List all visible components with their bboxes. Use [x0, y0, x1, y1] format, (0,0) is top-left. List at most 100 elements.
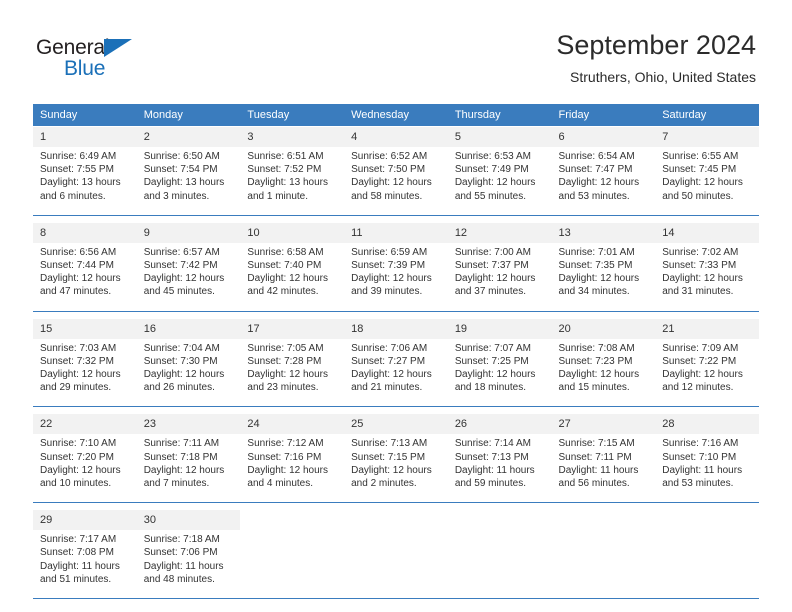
day-daylight-1-text: Daylight: 11 hours	[40, 560, 120, 572]
day-sunset-text: Sunset: 7:08 PM	[40, 547, 114, 559]
day-detail-empty	[447, 530, 552, 596]
week-gap-spacer	[33, 311, 759, 319]
calendar-header-row: Sunday Monday Tuesday Wednesday Thursday…	[33, 104, 759, 127]
day-detail: Sunrise: 7:08 AM Sunset: 7:23 PM Daylight:…	[551, 338, 656, 404]
day-daylight-2-text: and 53 minutes.	[662, 478, 734, 490]
day-number[interactable]: 21	[655, 317, 759, 339]
day-number[interactable]: 12	[447, 221, 552, 243]
day-daylight-2-text: and 45 minutes.	[143, 286, 215, 298]
day-sunrise-text: Sunrise: 7:00 AM	[454, 246, 531, 258]
day-number[interactable]: 2	[136, 126, 241, 147]
day-detail: Sunrise: 7:07 AM Sunset: 7:25 PM Daylight:…	[447, 338, 552, 404]
day-daylight-1-text: Daylight: 12 hours	[662, 273, 743, 285]
day-daylight-1-text: Daylight: 13 hours	[143, 177, 225, 189]
day-number[interactable]: 20	[551, 317, 656, 339]
day-number[interactable]: 10	[240, 221, 345, 243]
day-sunset-text: Sunset: 7:27 PM	[351, 355, 426, 367]
day-number[interactable]: 5	[447, 126, 552, 147]
day-daylight-1-text: Daylight: 12 hours	[351, 369, 432, 381]
day-cell-empty	[551, 509, 656, 531]
day-sunset-text: Sunset: 7:42 PM	[143, 260, 218, 272]
day-number[interactable]: 14	[655, 221, 759, 243]
day-daylight-2-text: and 51 minutes.	[40, 573, 112, 585]
day-detail: Sunrise: 6:54 AM Sunset: 7:47 PM Daylight:…	[551, 147, 656, 212]
day-cell-empty	[447, 509, 552, 531]
day-daylight-2-text: and 3 minutes.	[143, 190, 210, 202]
day-sunrise-text: Sunrise: 6:54 AM	[558, 151, 635, 162]
day-daylight-1-text: Daylight: 12 hours	[40, 273, 121, 285]
day-number[interactable]: 29	[33, 509, 137, 531]
day-detail-empty	[344, 530, 448, 596]
day-number[interactable]: 23	[136, 413, 241, 435]
day-sunset-text: Sunset: 7:25 PM	[454, 355, 529, 367]
day-detail: Sunrise: 6:51 AM Sunset: 7:52 PM Daylight:…	[240, 147, 345, 212]
day-sunset-text: Sunset: 7:30 PM	[143, 355, 218, 367]
day-sunrise-text: Sunrise: 7:10 AM	[40, 438, 117, 450]
day-sunrise-text: Sunrise: 7:06 AM	[351, 342, 428, 354]
day-daylight-2-text: and 12 minutes.	[662, 382, 734, 394]
day-number[interactable]: 24	[240, 413, 345, 435]
day-daylight-2-text: and 34 minutes.	[558, 286, 630, 298]
day-detail: Sunrise: 7:14 AM Sunset: 7:13 PM Daylight:…	[447, 434, 552, 500]
day-daylight-2-text: and 42 minutes.	[247, 286, 319, 298]
day-daylight-1-text: Daylight: 12 hours	[351, 273, 432, 285]
day-number[interactable]: 4	[344, 126, 448, 147]
week-gap-spacer	[33, 215, 759, 223]
day-number[interactable]: 3	[240, 126, 345, 147]
day-sunset-text: Sunset: 7:22 PM	[662, 355, 737, 367]
day-detail: Sunrise: 6:55 AM Sunset: 7:45 PM Daylight:…	[655, 147, 759, 212]
day-number[interactable]: 28	[655, 413, 759, 435]
day-sunset-text: Sunset: 7:45 PM	[662, 164, 737, 176]
day-sunset-text: Sunset: 7:55 PM	[40, 164, 114, 176]
general-blue-logo[interactable]: General Blue	[36, 36, 176, 84]
day-sunrise-text: Sunrise: 7:15 AM	[558, 438, 635, 450]
day-number[interactable]: 13	[551, 221, 656, 243]
day-number[interactable]: 25	[344, 413, 448, 435]
day-sunrise-text: Sunrise: 7:12 AM	[247, 438, 324, 450]
day-sunset-text: Sunset: 7:11 PM	[558, 451, 632, 463]
day-daylight-2-text: and 7 minutes.	[143, 478, 210, 490]
day-number[interactable]: 26	[447, 413, 552, 435]
day-daylight-1-text: Daylight: 12 hours	[40, 464, 121, 476]
day-number[interactable]: 8	[33, 221, 137, 243]
day-number[interactable]: 9	[136, 221, 241, 243]
column-header-sunday: Sunday	[33, 104, 137, 127]
day-detail: Sunrise: 7:15 AM Sunset: 7:11 PM Daylight:…	[551, 434, 656, 500]
day-number[interactable]: 30	[136, 509, 241, 531]
day-daylight-1-text: Daylight: 12 hours	[247, 369, 329, 381]
day-detail: Sunrise: 6:52 AM Sunset: 7:50 PM Daylight:…	[344, 147, 448, 212]
day-daylight-1-text: Daylight: 12 hours	[247, 273, 329, 285]
day-sunset-text: Sunset: 7:13 PM	[454, 451, 529, 463]
day-number[interactable]: 16	[136, 317, 241, 339]
day-daylight-1-text: Daylight: 12 hours	[247, 464, 329, 476]
day-cell-empty	[240, 509, 345, 531]
day-number[interactable]: 19	[447, 317, 552, 339]
day-daylight-2-text: and 2 minutes.	[351, 478, 417, 490]
day-number[interactable]: 11	[344, 221, 448, 243]
day-daylight-2-text: and 47 minutes.	[40, 286, 112, 298]
day-daylight-2-text: and 29 minutes.	[40, 382, 112, 394]
column-header-thursday: Thursday	[447, 104, 552, 127]
day-daylight-2-text: and 1 minute.	[247, 190, 309, 202]
day-number[interactable]: 22	[33, 413, 137, 435]
week-gap-spacer	[33, 406, 759, 414]
day-number[interactable]: 6	[551, 126, 656, 147]
day-number[interactable]: 18	[344, 317, 448, 339]
day-daylight-1-text: Daylight: 12 hours	[351, 177, 432, 189]
day-number[interactable]: 7	[655, 126, 759, 147]
day-daylight-2-text: and 50 minutes.	[662, 190, 734, 202]
day-daylight-1-text: Daylight: 12 hours	[662, 369, 743, 381]
day-number[interactable]: 15	[33, 317, 137, 339]
day-detail: Sunrise: 7:04 AM Sunset: 7:30 PM Daylight:…	[136, 338, 241, 404]
day-sunrise-text: Sunrise: 7:14 AM	[454, 438, 531, 450]
day-sunrise-text: Sunrise: 7:05 AM	[247, 342, 324, 354]
day-number[interactable]: 1	[33, 126, 137, 147]
calendar-grid: Sunday Monday Tuesday Wednesday Thursday…	[33, 104, 759, 599]
day-detail: Sunrise: 7:12 AM Sunset: 7:16 PM Daylight:…	[240, 434, 345, 500]
day-number[interactable]: 17	[240, 317, 345, 339]
day-daylight-2-text: and 56 minutes.	[558, 478, 630, 490]
day-number[interactable]: 27	[551, 413, 656, 435]
title-block: September 2024 Struthers, Ohio, United S…	[556, 28, 756, 86]
day-sunset-text: Sunset: 7:37 PM	[454, 260, 529, 272]
day-detail: Sunrise: 7:03 AM Sunset: 7:32 PM Daylight:…	[33, 338, 137, 404]
